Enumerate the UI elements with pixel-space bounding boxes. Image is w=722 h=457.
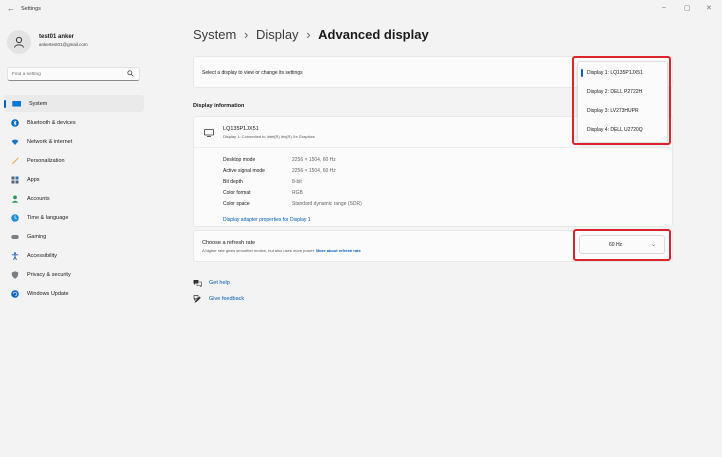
- person-icon: [14, 36, 24, 48]
- personalization-icon: [11, 157, 19, 164]
- info-key: Desktop mode: [223, 157, 256, 163]
- refresh-rate-description: A higher rate gives smoother motion, but…: [202, 248, 361, 253]
- display-option-label: Display 2: DELL P2722H: [587, 89, 643, 95]
- sidebar-item-label: Gaming: [27, 233, 47, 240]
- sidebar-item-time-language[interactable]: Time & language: [4, 209, 144, 226]
- sidebar-item-label: System: [29, 100, 48, 107]
- user-email: ankertest01@gmail.com: [39, 42, 88, 47]
- sidebar-item-accessibility[interactable]: Accessibility: [4, 247, 144, 264]
- back-button[interactable]: ←: [7, 4, 15, 13]
- sidebar-item-label: Network & internet: [27, 138, 73, 145]
- breadcrumb-display[interactable]: Display: [256, 27, 299, 42]
- info-value: Standard dynamic range (SDR): [292, 201, 362, 207]
- help-icon: [193, 280, 202, 287]
- give-feedback-row[interactable]: Give feedback: [193, 295, 244, 303]
- sidebar-item-bluetooth[interactable]: Bluetooth & devices: [4, 114, 144, 131]
- close-button[interactable]: ✕: [706, 4, 712, 12]
- minimize-button[interactable]: –: [662, 4, 666, 11]
- breadcrumb-separator: ›: [306, 27, 311, 42]
- sidebar-item-apps[interactable]: Apps: [4, 171, 144, 188]
- sidebar-item-label: Privacy & security: [27, 271, 71, 278]
- sidebar-nav: System Bluetooth & devices Network & int…: [4, 95, 144, 304]
- more-about-refresh-rate-link[interactable]: More about refresh rate: [316, 248, 361, 253]
- info-value: RGB: [292, 190, 303, 196]
- accounts-icon: [11, 195, 19, 203]
- refresh-rate-dropdown[interactable]: 60 Hz ⌄: [579, 235, 665, 254]
- sidebar-item-personalization[interactable]: Personalization: [4, 152, 144, 169]
- network-icon: [11, 139, 19, 145]
- monitor-connection: Display 1: Connected to Intel(R) Iris(R)…: [223, 134, 315, 139]
- breadcrumb-separator: ›: [243, 27, 249, 42]
- get-help-row[interactable]: Get help: [193, 279, 230, 287]
- time-language-icon: [11, 213, 19, 222]
- chevron-down-icon: ⌄: [650, 242, 656, 248]
- divider: [194, 147, 672, 148]
- info-value: 2256 × 1504, 60 Hz: [292, 157, 336, 163]
- user-name: test01 anker: [39, 34, 75, 40]
- user-profile[interactable]: test01 anker ankertest01@gmail.com: [7, 30, 147, 56]
- breadcrumb-system[interactable]: System: [193, 27, 236, 42]
- sidebar: test01 anker ankertest01@gmail.com Syste…: [0, 18, 150, 457]
- breadcrumb: System › Display › Advanced display: [193, 27, 429, 42]
- display-option-2[interactable]: Display 2: DELL P2722H: [578, 84, 667, 100]
- sidebar-item-label: Apps: [27, 176, 40, 183]
- sidebar-item-system[interactable]: System: [4, 95, 144, 112]
- search-icon[interactable]: [127, 70, 134, 77]
- apps-icon: [11, 176, 19, 183]
- display-option-4[interactable]: Display 4: DELL U2720Q: [578, 122, 667, 138]
- display-option-3[interactable]: Display 3: LV273HUPR: [578, 103, 667, 119]
- sidebar-item-windows-update[interactable]: Windows Update: [4, 285, 144, 302]
- display-option-label: Display 4: DELL U2720Q: [587, 127, 643, 133]
- page-title: Advanced display: [318, 27, 429, 42]
- title-bar: ← Settings – ▢ ✕: [0, 0, 722, 18]
- sidebar-item-label: Time & language: [27, 214, 69, 221]
- display-option-label: Display 3: LV273HUPR: [587, 108, 639, 114]
- sidebar-item-label: Accessibility: [27, 252, 57, 259]
- feedback-icon: [193, 295, 201, 303]
- info-key: Color format: [223, 190, 251, 196]
- gaming-icon: [11, 234, 19, 239]
- sidebar-item-accounts[interactable]: Accounts: [4, 190, 144, 207]
- display-select-dropdown[interactable]: Display 1: LQ135P1JX51 Display 2: DELL P…: [577, 61, 668, 143]
- bluetooth-icon: [11, 118, 19, 127]
- shield-icon: [11, 270, 19, 279]
- windows-update-icon: [11, 289, 19, 298]
- info-value: 8-bit: [292, 179, 302, 185]
- info-key: Color space: [223, 201, 250, 207]
- refresh-rate-title: Choose a refresh rate: [202, 240, 256, 246]
- sidebar-item-label: Accounts: [27, 195, 50, 202]
- refresh-rate-subtitle: A higher rate gives smoother motion, but…: [202, 248, 315, 253]
- system-icon: [12, 100, 21, 106]
- refresh-rate-value: 60 Hz: [609, 242, 623, 248]
- maximize-button[interactable]: ▢: [684, 4, 691, 12]
- get-help-link[interactable]: Get help: [209, 280, 230, 286]
- sidebar-item-label: Personalization: [27, 157, 65, 164]
- avatar: [7, 30, 31, 54]
- sidebar-item-label: Windows Update: [27, 290, 69, 297]
- info-value: 2256 × 1504, 60 Hz: [292, 168, 336, 174]
- monitor-icon: [204, 129, 214, 137]
- info-key: Bit depth: [223, 179, 243, 185]
- info-key: Active signal mode: [223, 168, 265, 174]
- sidebar-item-network[interactable]: Network & internet: [4, 133, 144, 150]
- display-option-label: Display 1: LQ135P1JX51: [587, 70, 643, 76]
- accessibility-icon: [11, 251, 19, 260]
- search-box[interactable]: [7, 67, 140, 81]
- sidebar-item-gaming[interactable]: Gaming: [4, 228, 144, 245]
- monitor-name: LQ135P1JX51: [223, 126, 259, 132]
- display-option-1[interactable]: Display 1: LQ135P1JX51: [578, 65, 667, 81]
- sidebar-item-privacy-security[interactable]: Privacy & security: [4, 266, 144, 283]
- give-feedback-link[interactable]: Give feedback: [209, 296, 244, 302]
- display-adapter-properties-link[interactable]: Display adapter properties for Display 1: [223, 217, 311, 223]
- search-input[interactable]: [12, 70, 122, 79]
- select-display-label: Select a display to view or change its s…: [202, 70, 303, 76]
- display-information-heading: Display information: [193, 103, 245, 109]
- app-title: Settings: [21, 6, 41, 12]
- sidebar-item-label: Bluetooth & devices: [27, 119, 76, 126]
